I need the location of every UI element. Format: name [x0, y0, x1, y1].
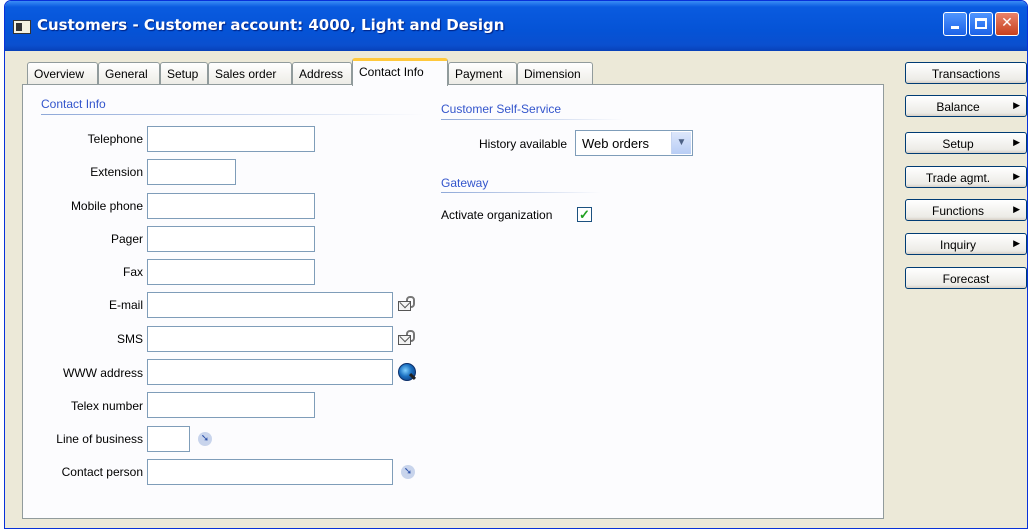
maximize-button[interactable]	[969, 12, 993, 36]
inquiry-button[interactable]: Inquiry ▶	[905, 233, 1027, 255]
sms-field[interactable]	[147, 326, 393, 352]
tab-overview[interactable]: Overview	[27, 62, 98, 85]
email-attachment-icon[interactable]	[398, 296, 416, 312]
sms-label: SMS	[116, 332, 143, 346]
contact-person-field[interactable]	[147, 459, 393, 485]
history-available-value: Web orders	[582, 136, 649, 151]
extension-field[interactable]	[147, 159, 236, 185]
gateway-heading: Gateway	[441, 176, 489, 190]
title-bar[interactable]: Customers - Customer account: 4000, Ligh…	[5, 1, 1027, 51]
customers-window: Customers - Customer account: 4000, Ligh…	[4, 0, 1028, 529]
functions-button[interactable]: Functions ▶	[905, 199, 1027, 221]
line-of-business-lookup-icon[interactable]: ➘	[198, 432, 212, 446]
telex-number-label: Telex number	[70, 399, 143, 413]
web-browse-icon[interactable]	[398, 363, 416, 381]
tab-setup[interactable]: Setup	[160, 62, 208, 85]
app-icon	[13, 20, 31, 34]
setup-button[interactable]: Setup ▶	[905, 132, 1027, 154]
telephone-label: Telephone	[87, 132, 143, 146]
mobile-phone-label: Mobile phone	[70, 199, 143, 213]
minimize-icon	[951, 26, 959, 29]
window-title: Customers - Customer account: 4000, Ligh…	[37, 16, 505, 34]
telex-number-field[interactable]	[147, 392, 315, 418]
tab-address[interactable]: Address	[292, 62, 352, 85]
maximize-icon	[975, 18, 987, 29]
email-label: E-mail	[108, 298, 143, 312]
www-address-field[interactable]	[147, 359, 393, 385]
line-of-business-label: Line of business	[56, 432, 143, 446]
tab-contact-info[interactable]: Contact Info	[352, 58, 448, 86]
contact-info-heading: Contact Info	[41, 97, 106, 111]
sms-attachment-icon[interactable]	[398, 330, 416, 346]
submenu-arrow-icon: ▶	[1013, 204, 1020, 214]
forecast-button[interactable]: Forecast	[905, 267, 1027, 289]
history-available-select[interactable]: Web orders ▼	[575, 130, 693, 156]
fax-field[interactable]	[147, 259, 315, 285]
contact-person-lookup-icon[interactable]: ➘	[401, 465, 415, 479]
close-button[interactable]: ✕	[995, 12, 1019, 36]
submenu-arrow-icon: ▶	[1013, 171, 1020, 181]
submenu-arrow-icon: ▶	[1013, 238, 1020, 248]
transactions-button[interactable]: Transactions	[905, 62, 1027, 84]
minimize-button[interactable]	[943, 12, 967, 36]
www-address-label: WWW address	[62, 366, 143, 380]
submenu-arrow-icon: ▶	[1013, 100, 1020, 110]
fax-label: Fax	[122, 265, 143, 279]
tab-payment[interactable]: Payment	[448, 62, 517, 85]
telephone-field[interactable]	[147, 126, 315, 152]
pager-field[interactable]	[147, 226, 315, 252]
tab-general[interactable]: General	[98, 62, 160, 85]
activate-organization-label: Activate organization	[441, 208, 553, 222]
email-field[interactable]	[147, 292, 393, 318]
close-icon: ✕	[1001, 15, 1013, 31]
trade-agmt-button[interactable]: Trade agmt. ▶	[905, 166, 1027, 188]
pager-label: Pager	[110, 232, 143, 246]
balance-button[interactable]: Balance ▶	[905, 95, 1027, 117]
line-of-business-field[interactable]	[147, 426, 190, 452]
submenu-arrow-icon: ▶	[1013, 137, 1020, 147]
tab-sales-order[interactable]: Sales order	[208, 62, 292, 85]
gateway-divider	[441, 192, 601, 193]
chevron-down-icon[interactable]: ▼	[671, 132, 691, 154]
mobile-phone-field[interactable]	[147, 193, 315, 219]
tab-dimension[interactable]: Dimension	[517, 62, 593, 85]
extension-label: Extension	[90, 165, 143, 179]
self-service-divider	[441, 119, 623, 120]
history-available-label: History available	[478, 137, 567, 151]
self-service-heading: Customer Self-Service	[441, 102, 562, 116]
contact-person-label: Contact person	[61, 465, 143, 479]
activate-organization-checkbox[interactable]: ✓	[577, 207, 592, 222]
contact-info-divider	[41, 114, 425, 115]
